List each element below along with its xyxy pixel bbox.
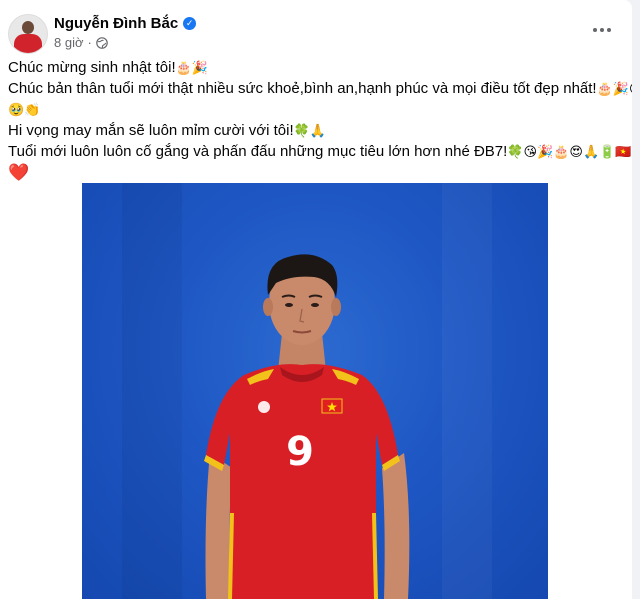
message-line: Tuổi mới luôn luôn cố gắng và phấn đấu n… xyxy=(8,143,632,160)
post-meta: 8 giờ · xyxy=(54,35,108,50)
player-figure: 9 xyxy=(204,254,410,599)
message-line: 🥹👏 xyxy=(8,100,628,121)
emoji-group: 🍀🙏 xyxy=(293,124,327,139)
author-name[interactable]: Nguyễn Đình Bắc xyxy=(54,15,178,32)
brand-logo xyxy=(258,401,270,413)
globe-icon xyxy=(96,36,108,49)
emoji-group: 🍀😘🎉🎂😍🙏🔋🇻🇳 xyxy=(507,145,632,160)
more-options-icon[interactable] xyxy=(588,18,616,42)
emoji-group: 🎂🎉😘 xyxy=(596,82,632,97)
post-header: Nguyễn Đình Bắc ✓ 8 giờ · xyxy=(8,14,624,54)
heart-icon: ❤️ xyxy=(8,163,30,183)
jersey-number: 9 xyxy=(286,429,314,475)
author-row: Nguyễn Đình Bắc ✓ xyxy=(54,15,197,32)
post-time[interactable]: 8 giờ xyxy=(54,35,84,50)
message-line: ❤️ xyxy=(8,163,628,184)
verified-icon: ✓ xyxy=(183,17,197,30)
photo-backdrop: 9 xyxy=(82,183,548,599)
post-message: Chúc mừng sinh nhật tôi!🎂🎉 Chúc bản thân… xyxy=(8,58,632,184)
post-photo[interactable]: 9 xyxy=(0,183,632,599)
message-line: Hi vọng may mắn sẽ luôn mỉm cười với tôi… xyxy=(8,122,327,139)
avatar-head xyxy=(22,21,34,34)
emoji-group: 🎂🎉 xyxy=(175,61,209,76)
post-card: Nguyễn Đình Bắc ✓ 8 giờ · Chúc mừng sinh… xyxy=(0,0,632,599)
message-line: Chúc bản thân tuổi mới thật nhiều sức kh… xyxy=(8,79,632,100)
message-line: Chúc mừng sinh nhật tôi!🎂🎉 xyxy=(8,59,209,76)
emoji-group: 🥹👏 xyxy=(8,103,41,118)
avatar[interactable] xyxy=(8,14,48,54)
avatar-shirt xyxy=(14,34,42,53)
meta-separator: · xyxy=(87,35,92,50)
